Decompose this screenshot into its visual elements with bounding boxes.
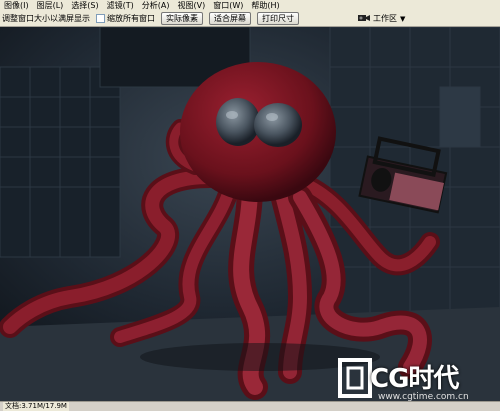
options-bar: 调整窗口大小以满屏显示 缩放所有窗口 实际像素 适合屏幕 打印尺寸 (0, 11, 500, 27)
zoom-all-windows-label: 缩放所有窗口 (107, 14, 155, 23)
menu-layer[interactable]: 图层(L) (33, 0, 68, 11)
resize-windows-checkbox[interactable]: 调整窗口大小以满屏显示 (2, 13, 90, 24)
octopus-right-eye (254, 103, 302, 147)
print-size-button[interactable]: 打印尺寸 (257, 12, 299, 25)
workspace-label: 工作区 (373, 14, 397, 23)
actual-pixels-button[interactable]: 实际像素 (161, 12, 203, 25)
workspace-menu[interactable]: 工作区 ▼ (373, 11, 405, 26)
menu-select[interactable]: 选择(S) (67, 0, 102, 11)
menu-view[interactable]: 视图(V) (174, 0, 210, 11)
checkbox-box[interactable] (96, 14, 105, 23)
octopus-render (0, 27, 500, 401)
chevron-down-icon: ▼ (400, 14, 406, 23)
watermark-logo-text: CG时代 (370, 364, 459, 394)
camera-icon[interactable] (358, 14, 370, 22)
resize-windows-label: 调整窗口大小以满屏显示 (2, 14, 90, 23)
octopus-left-eye (216, 98, 260, 146)
cgtime-watermark: CG时代 www.cgtime.com.cn (336, 356, 500, 406)
cgtime-logo-icon (338, 358, 372, 398)
zoom-all-windows-checkbox[interactable]: 缩放所有窗口 (96, 13, 155, 24)
menu-filter[interactable]: 滤镜(T) (103, 0, 138, 11)
menu-image[interactable]: 图像(I) (0, 0, 33, 11)
fit-screen-button[interactable]: 适合屏幕 (209, 12, 251, 25)
menu-window[interactable]: 窗口(W) (209, 0, 247, 11)
document-canvas[interactable] (0, 27, 500, 401)
menu-analysis[interactable]: 分析(A) (138, 0, 174, 11)
watermark-url: www.cgtime.com.cn (378, 392, 469, 402)
menu-help[interactable]: 帮助(H) (247, 0, 283, 11)
